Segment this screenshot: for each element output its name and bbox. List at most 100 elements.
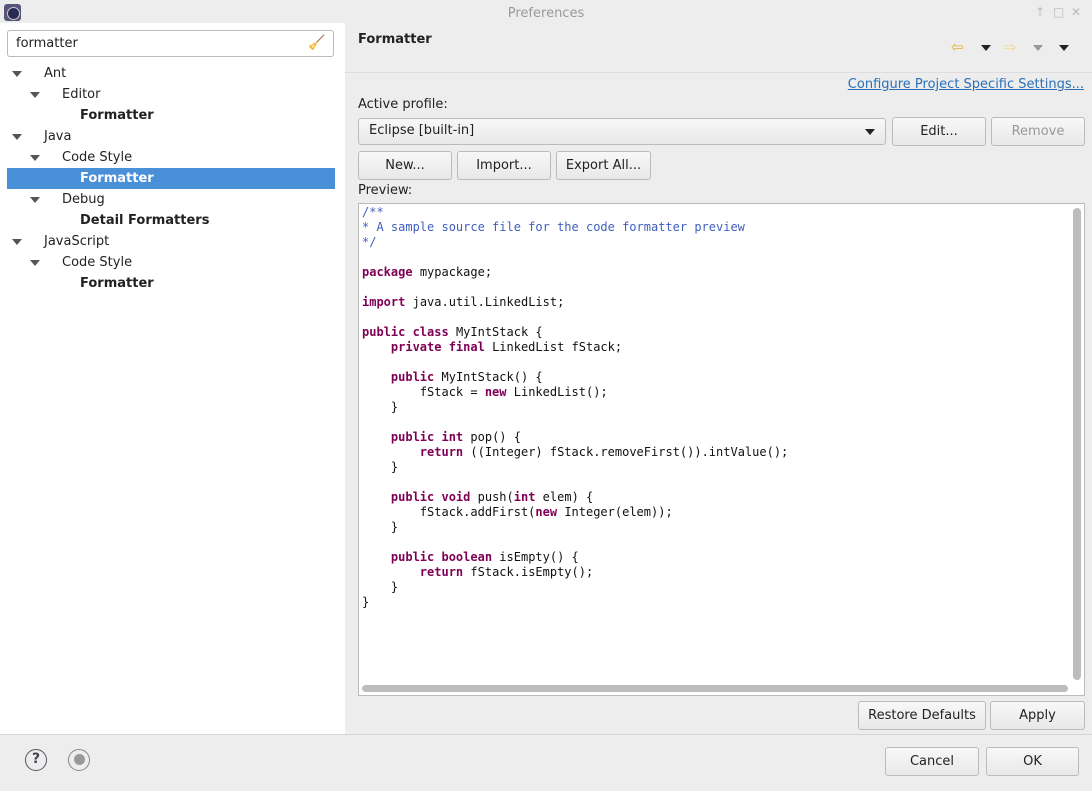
ok-button[interactable]: OK xyxy=(986,747,1079,776)
code-token: java.util.LinkedList; xyxy=(412,295,565,309)
code-token: public void xyxy=(390,490,471,504)
tree-item-label: Formatter xyxy=(80,276,154,291)
tree-item[interactable]: Code Style xyxy=(7,252,335,273)
clear-filter-icon[interactable]: 🧹 xyxy=(308,35,325,51)
configure-project-settings-link[interactable]: Configure Project Specific Settings... xyxy=(848,77,1084,92)
tree-item-label: Formatter xyxy=(80,108,154,123)
tree-item[interactable]: Editor xyxy=(7,84,335,105)
code-line: public boolean isEmpty() { xyxy=(362,550,788,565)
view-menu-chevron-icon[interactable] xyxy=(1059,45,1069,51)
tree-item-label: Formatter xyxy=(80,171,154,186)
code-token: import xyxy=(362,295,406,309)
code-line: } xyxy=(362,580,788,595)
code-token: public int xyxy=(390,430,464,444)
tree-item[interactable]: Detail Formatters xyxy=(7,210,335,231)
restore-defaults-button[interactable]: Restore Defaults xyxy=(858,701,986,730)
back-menu-chevron-icon[interactable] xyxy=(981,45,991,51)
code-text: /** * A sample source file for the code f… xyxy=(362,205,788,610)
code-token: private final xyxy=(390,340,485,354)
help-icon[interactable]: ? xyxy=(25,749,47,771)
profile-value: Eclipse [built-in] xyxy=(369,123,475,138)
window-title: Preferences xyxy=(507,6,585,21)
code-token: } xyxy=(362,400,399,414)
code-line: public int pop() { xyxy=(362,430,788,445)
code-token: public xyxy=(390,370,435,384)
tree-item[interactable]: Java xyxy=(7,126,335,147)
code-token: */ xyxy=(362,235,377,249)
back-arrow-icon[interactable]: ⇦ xyxy=(951,38,964,56)
code-line: import java.util.LinkedList; xyxy=(362,295,788,310)
page-header xyxy=(345,23,1092,73)
cancel-button[interactable]: Cancel xyxy=(885,747,979,776)
export-all-button[interactable]: Export All... xyxy=(556,151,651,180)
import-button[interactable]: Import... xyxy=(457,151,551,180)
profile-select[interactable]: Eclipse [built-in] xyxy=(358,118,886,145)
expand-triangle-icon[interactable] xyxy=(12,71,22,77)
code-line: public void push(int elem) { xyxy=(362,490,788,505)
oomph-record-icon[interactable] xyxy=(68,749,90,771)
code-line: fStack.addFirst(new Integer(elem)); xyxy=(362,505,788,520)
tree-item[interactable]: Formatter xyxy=(7,168,335,189)
horizontal-scrollbar[interactable] xyxy=(362,685,1068,692)
code-token: public boolean xyxy=(390,550,493,564)
tree-item[interactable]: Debug xyxy=(7,189,335,210)
code-token: pop() { xyxy=(470,430,521,444)
maximize-icon[interactable]: □ xyxy=(1053,5,1064,19)
code-token: fStack.isEmpty(); xyxy=(470,565,594,579)
code-token: LinkedList(); xyxy=(513,385,608,399)
expand-triangle-icon[interactable] xyxy=(30,197,40,203)
expand-triangle-icon[interactable] xyxy=(30,260,40,266)
code-line: * A sample source file for the code form… xyxy=(362,220,788,235)
active-profile-label: Active profile: xyxy=(358,97,448,112)
code-line: } xyxy=(362,460,788,475)
code-line: } xyxy=(362,400,788,415)
code-token: LinkedList fStack; xyxy=(492,340,623,354)
tree-item[interactable]: Ant xyxy=(7,63,335,84)
forward-menu-chevron-icon[interactable] xyxy=(1033,45,1043,51)
code-token: fStack = xyxy=(362,385,485,399)
code-token: /** xyxy=(362,205,384,219)
remove-button[interactable]: Remove xyxy=(991,117,1085,146)
code-line: private final LinkedList fStack; xyxy=(362,340,788,355)
code-token: return xyxy=(419,565,464,579)
code-line: fStack = new LinkedList(); xyxy=(362,385,788,400)
tree-item[interactable]: Formatter xyxy=(7,105,335,126)
tree-item-label: Java xyxy=(44,129,72,144)
forward-arrow-icon[interactable]: ⇨ xyxy=(1004,38,1017,56)
code-token: elem) { xyxy=(542,490,594,504)
code-line: package mypackage; xyxy=(362,265,788,280)
code-token: new xyxy=(484,385,507,399)
expand-triangle-icon[interactable] xyxy=(12,239,22,245)
tree-item-label: Editor xyxy=(62,87,101,102)
code-line: } xyxy=(362,520,788,535)
preview-label: Preview: xyxy=(358,183,413,198)
tree-item-label: Detail Formatters xyxy=(80,213,210,228)
new-button[interactable]: New... xyxy=(358,151,452,180)
tree-item[interactable]: Code Style xyxy=(7,147,335,168)
filter-input[interactable]: formatter xyxy=(7,30,334,57)
expand-triangle-icon[interactable] xyxy=(30,155,40,161)
code-token: Integer(elem)); xyxy=(564,505,673,519)
code-token: public class xyxy=(362,325,449,339)
code-token: package xyxy=(362,265,413,279)
code-line: return ((Integer) fStack.removeFirst()).… xyxy=(362,445,788,460)
vertical-scrollbar[interactable] xyxy=(1073,208,1081,680)
minimize-icon[interactable]: ↑ xyxy=(1035,5,1045,19)
tree-item-label: Debug xyxy=(62,192,105,207)
tree-item[interactable]: JavaScript xyxy=(7,231,335,252)
page-title: Formatter xyxy=(358,32,432,47)
expand-triangle-icon[interactable] xyxy=(30,92,40,98)
code-token: } xyxy=(362,595,370,609)
apply-button[interactable]: Apply xyxy=(990,701,1085,730)
tree-item[interactable]: Formatter xyxy=(7,273,335,294)
expand-triangle-icon[interactable] xyxy=(12,134,22,140)
edit-button[interactable]: Edit... xyxy=(892,117,986,146)
code-token: MyIntStack() { xyxy=(441,370,543,384)
close-icon[interactable]: ✕ xyxy=(1071,5,1081,19)
